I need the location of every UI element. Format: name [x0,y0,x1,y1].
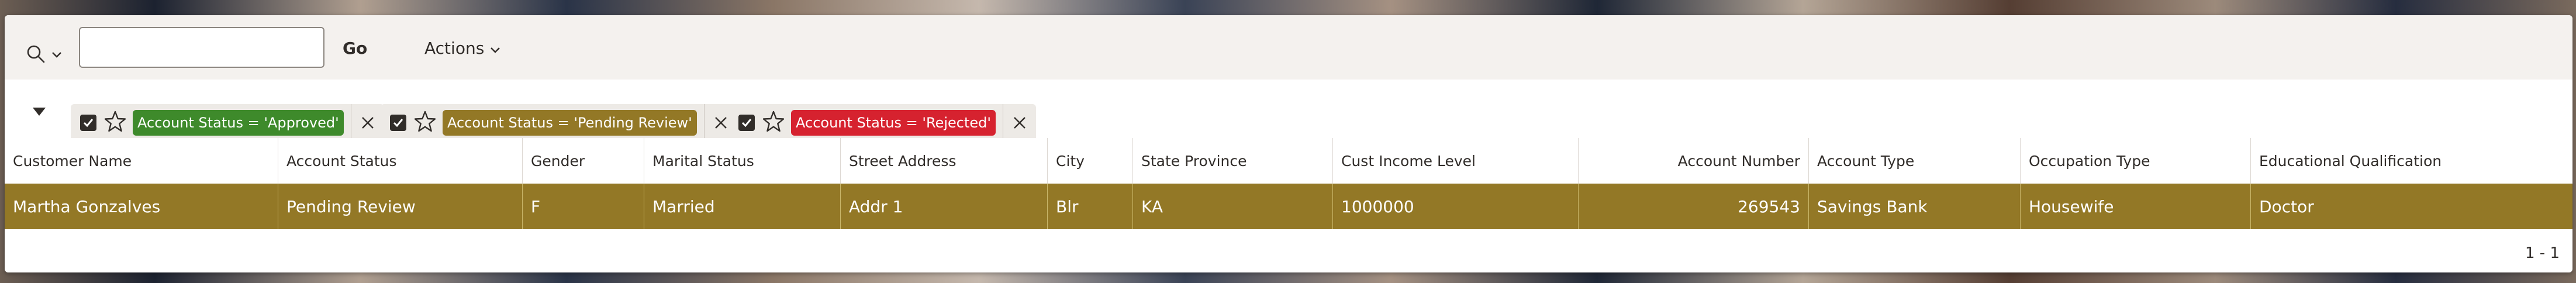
filter-label[interactable]: Account Status = 'Pending Review' [443,110,697,136]
actions-label: Actions [424,39,485,58]
column-header-account-status[interactable]: Account Status [278,138,523,184]
column-header-state-province[interactable]: State Province [1133,138,1333,184]
column-header-account-type[interactable]: Account Type [1809,138,2021,184]
column-header-city[interactable]: City [1048,138,1133,184]
search-icon [26,44,46,66]
interactive-report-region: Go Actions Account Status = 'Approved' A… [5,15,2572,272]
chevron-down-icon [490,39,500,58]
column-header-occupation-type[interactable]: Occupation Type [2021,138,2251,184]
actions-menu-button[interactable]: Actions [424,39,500,58]
filter-enable-checkbox[interactable] [738,115,755,131]
star-icon[interactable] [762,110,785,136]
star-icon[interactable] [103,110,127,136]
filter-enable-checkbox[interactable] [390,115,406,131]
column-header-educational-qualification[interactable]: Educational Qualification [2251,138,2572,184]
column-header-cust-income-level[interactable]: Cust Income Level [1333,138,1579,184]
column-header-customer-name[interactable]: Customer Name [5,138,278,184]
remove-filter-button[interactable] [1003,104,1036,142]
filter-enable-checkbox[interactable] [80,115,96,131]
cell-occupation-type: Housewife [2021,184,2251,229]
star-icon[interactable] [413,110,437,136]
cell-account-type: Savings Bank [1809,184,2021,229]
filter-label[interactable]: Account Status = 'Rejected' [791,110,996,136]
cell-street-address: Addr 1 [841,184,1048,229]
table-row[interactable]: Martha Gonzalves Pending Review F Marrie… [5,184,2572,229]
column-header-street-address[interactable]: Street Address [841,138,1048,184]
column-header-marital-status[interactable]: Marital Status [644,138,841,184]
close-icon [1014,117,1025,129]
cell-marital-status: Married [644,184,841,229]
filter-chip-approved: Account Status = 'Approved' [71,104,384,142]
cell-city: Blr [1048,184,1133,229]
filter-label[interactable]: Account Status = 'Approved' [133,110,344,136]
report-toolbar: Go Actions [5,15,2572,80]
cell-cust-income-level: 1000000 [1333,184,1579,229]
chevron-down-icon [51,50,62,61]
cell-account-status: Pending Review [278,184,523,229]
pagination-label: 1 - 1 [2525,244,2560,262]
filter-chip-rejected: Account Status = 'Rejected' [729,104,1036,142]
table-header: Customer Name Account Status Gender Mari… [5,138,2572,184]
search-column-menu[interactable] [26,41,68,69]
cell-gender: F [523,184,644,229]
column-header-account-number[interactable]: Account Number [1579,138,1809,184]
go-button[interactable]: Go [343,39,367,58]
search-input[interactable] [79,27,324,68]
collapse-filters-toggle-icon[interactable] [33,108,46,116]
cell-state-province: KA [1133,184,1333,229]
cell-customer-name: Martha Gonzalves [5,184,278,229]
cell-account-number: 269543 [1579,184,1809,229]
remove-filter-button[interactable] [351,104,384,142]
cell-educational-qualification: Doctor [2259,196,2314,216]
close-icon [361,117,374,129]
filter-chip-pending-review: Account Status = 'Pending Review' [381,104,737,142]
close-icon [714,117,727,129]
column-header-gender[interactable]: Gender [523,138,644,184]
